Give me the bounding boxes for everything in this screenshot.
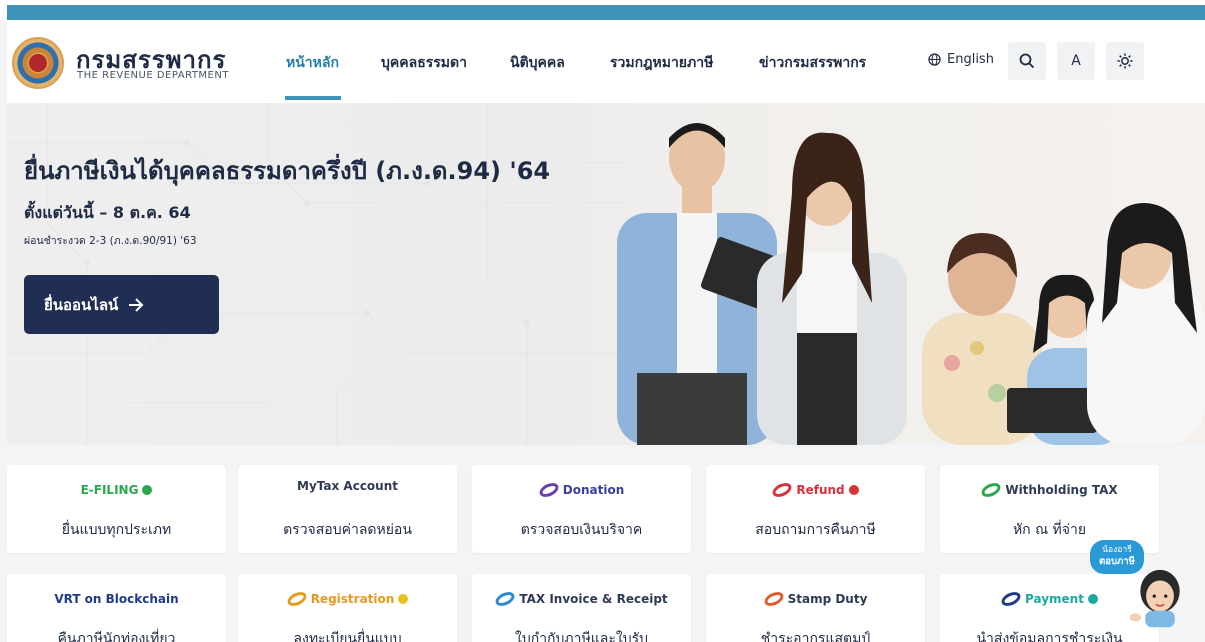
top-accent-bar: [7, 5, 1205, 20]
service-label: สอบถามการคืนภาษี: [755, 522, 876, 538]
stamp-duty-brand: Stamp Duty: [787, 592, 868, 606]
nav-news[interactable]: ข่าวกรมสรรพากร: [759, 52, 866, 74]
language-label: English: [947, 52, 994, 67]
donation-brand: Donation: [562, 483, 625, 497]
refund-brand: Refund: [796, 483, 845, 497]
globe-icon: [928, 53, 941, 66]
efiling-logo: E-FILING: [7, 483, 226, 497]
nav-home[interactable]: หน้าหลัก: [286, 52, 339, 74]
nav-individual[interactable]: บุคคลธรรมดา: [381, 52, 467, 74]
service-tile-registration[interactable]: Registration ลงทะเบียนยื่นแบบ: [238, 574, 457, 642]
brand-name-english[interactable]: THE REVENUE DEPARTMENT: [77, 70, 229, 81]
payment-brand: Payment: [1025, 592, 1084, 606]
service-tile-mytax[interactable]: MyTax Account ตรวจสอบค่าลดหย่อน: [238, 465, 457, 553]
language-switch[interactable]: English: [928, 52, 994, 67]
withholding-logo: Withholding TAX: [940, 480, 1159, 500]
mytax-logo: MyTax Account: [238, 479, 457, 493]
revenue-department-logo[interactable]: [12, 37, 64, 89]
active-nav-indicator: [285, 96, 341, 100]
file-online-button[interactable]: ยื่นออนไลน์: [24, 275, 219, 334]
theme-toggle-button[interactable]: [1106, 42, 1144, 80]
hero-people-illustration: [617, 123, 1205, 445]
registration-logo: Registration: [238, 589, 457, 609]
hero-subtitle: ตั้งแต่วันนี้ – 8 ต.ค. 64: [24, 203, 191, 222]
tax-invoice-logo: TAX Invoice & Receipt: [472, 589, 691, 609]
service-label: ตรวจสอบเงินบริจาค: [520, 522, 643, 538]
stamp-duty-logo: Stamp Duty: [706, 589, 925, 609]
file-online-label: ยื่นออนไลน์: [44, 295, 119, 314]
service-label: หัก ณ ที่จ่าย: [1012, 522, 1087, 538]
header: กรมสรรพากร THE REVENUE DEPARTMENT หน้าหล…: [7, 20, 1205, 103]
vrt-brand: VRT on Blockchain: [54, 592, 179, 606]
service-label: ยื่นแบบทุกประเภท: [61, 522, 172, 538]
chatbot-mascot-avatar[interactable]: [1125, 560, 1195, 642]
hero-banner[interactable]: ยื่นภาษีเงินได้บุคคลธรรมดาครึ่งปี (ภ.ง.ด…: [7, 103, 1205, 445]
refund-logo: Refund: [706, 480, 925, 500]
withholding-brand: Withholding TAX: [1005, 483, 1118, 497]
service-tile-refund[interactable]: Refund สอบถามการคืนภาษี: [706, 465, 925, 553]
service-label: ใบกำกับภาษีและใบรับ: [515, 631, 648, 642]
mytax-brand: MyTax Account: [297, 479, 398, 493]
nav-tax-law[interactable]: รวมกฎหมายภาษี: [610, 52, 713, 74]
service-tile-efiling[interactable]: E-FILING ยื่นแบบทุกประเภท: [7, 465, 226, 553]
nav-corporate[interactable]: นิติบุคคล: [510, 52, 565, 74]
chatbot-name: น้องอารี: [1102, 545, 1132, 555]
tax-invoice-brand: TAX Invoice & Receipt: [519, 592, 668, 606]
font-size-label: A: [1071, 53, 1081, 69]
service-label: ตรวจสอบค่าลดหย่อน: [283, 522, 412, 538]
service-tile-stamp-duty[interactable]: Stamp Duty ชำระอากรแสตมป์: [706, 574, 925, 642]
arrow-right-icon: [129, 297, 144, 312]
hero-title: ยื่นภาษีเงินได้บุคคลธรรมดาครึ่งปี (ภ.ง.ด…: [24, 157, 551, 185]
service-label: ลงทะเบียนยื่นแบบ: [293, 631, 402, 642]
font-size-button[interactable]: A: [1057, 42, 1095, 80]
search-icon: [1019, 53, 1035, 69]
hero-note: ผ่อนชำระงวด 2-3 (ภ.ง.ด.90/91) '63: [24, 235, 197, 247]
efiling-brand: E-FILING: [80, 483, 139, 497]
service-tile-tax-invoice[interactable]: TAX Invoice & Receipt ใบกำกับภาษีและใบรั…: [472, 574, 691, 642]
search-button[interactable]: [1008, 42, 1046, 80]
service-label: คืนภาษีนักท่องเที่ยว: [57, 631, 176, 642]
registration-brand: Registration: [310, 592, 395, 606]
donation-logo: Donation: [472, 480, 691, 500]
service-tile-vrt[interactable]: VRT on Blockchain คืนภาษีนักท่องเที่ยว: [7, 574, 226, 642]
service-tile-donation[interactable]: Donation ตรวจสอบเงินบริจาค: [472, 465, 691, 553]
vrt-logo: VRT on Blockchain: [7, 592, 226, 606]
top-band: [0, 0, 1205, 20]
service-label: ชำระอากรแสตมป์: [760, 631, 871, 642]
brightness-icon: [1117, 53, 1133, 69]
